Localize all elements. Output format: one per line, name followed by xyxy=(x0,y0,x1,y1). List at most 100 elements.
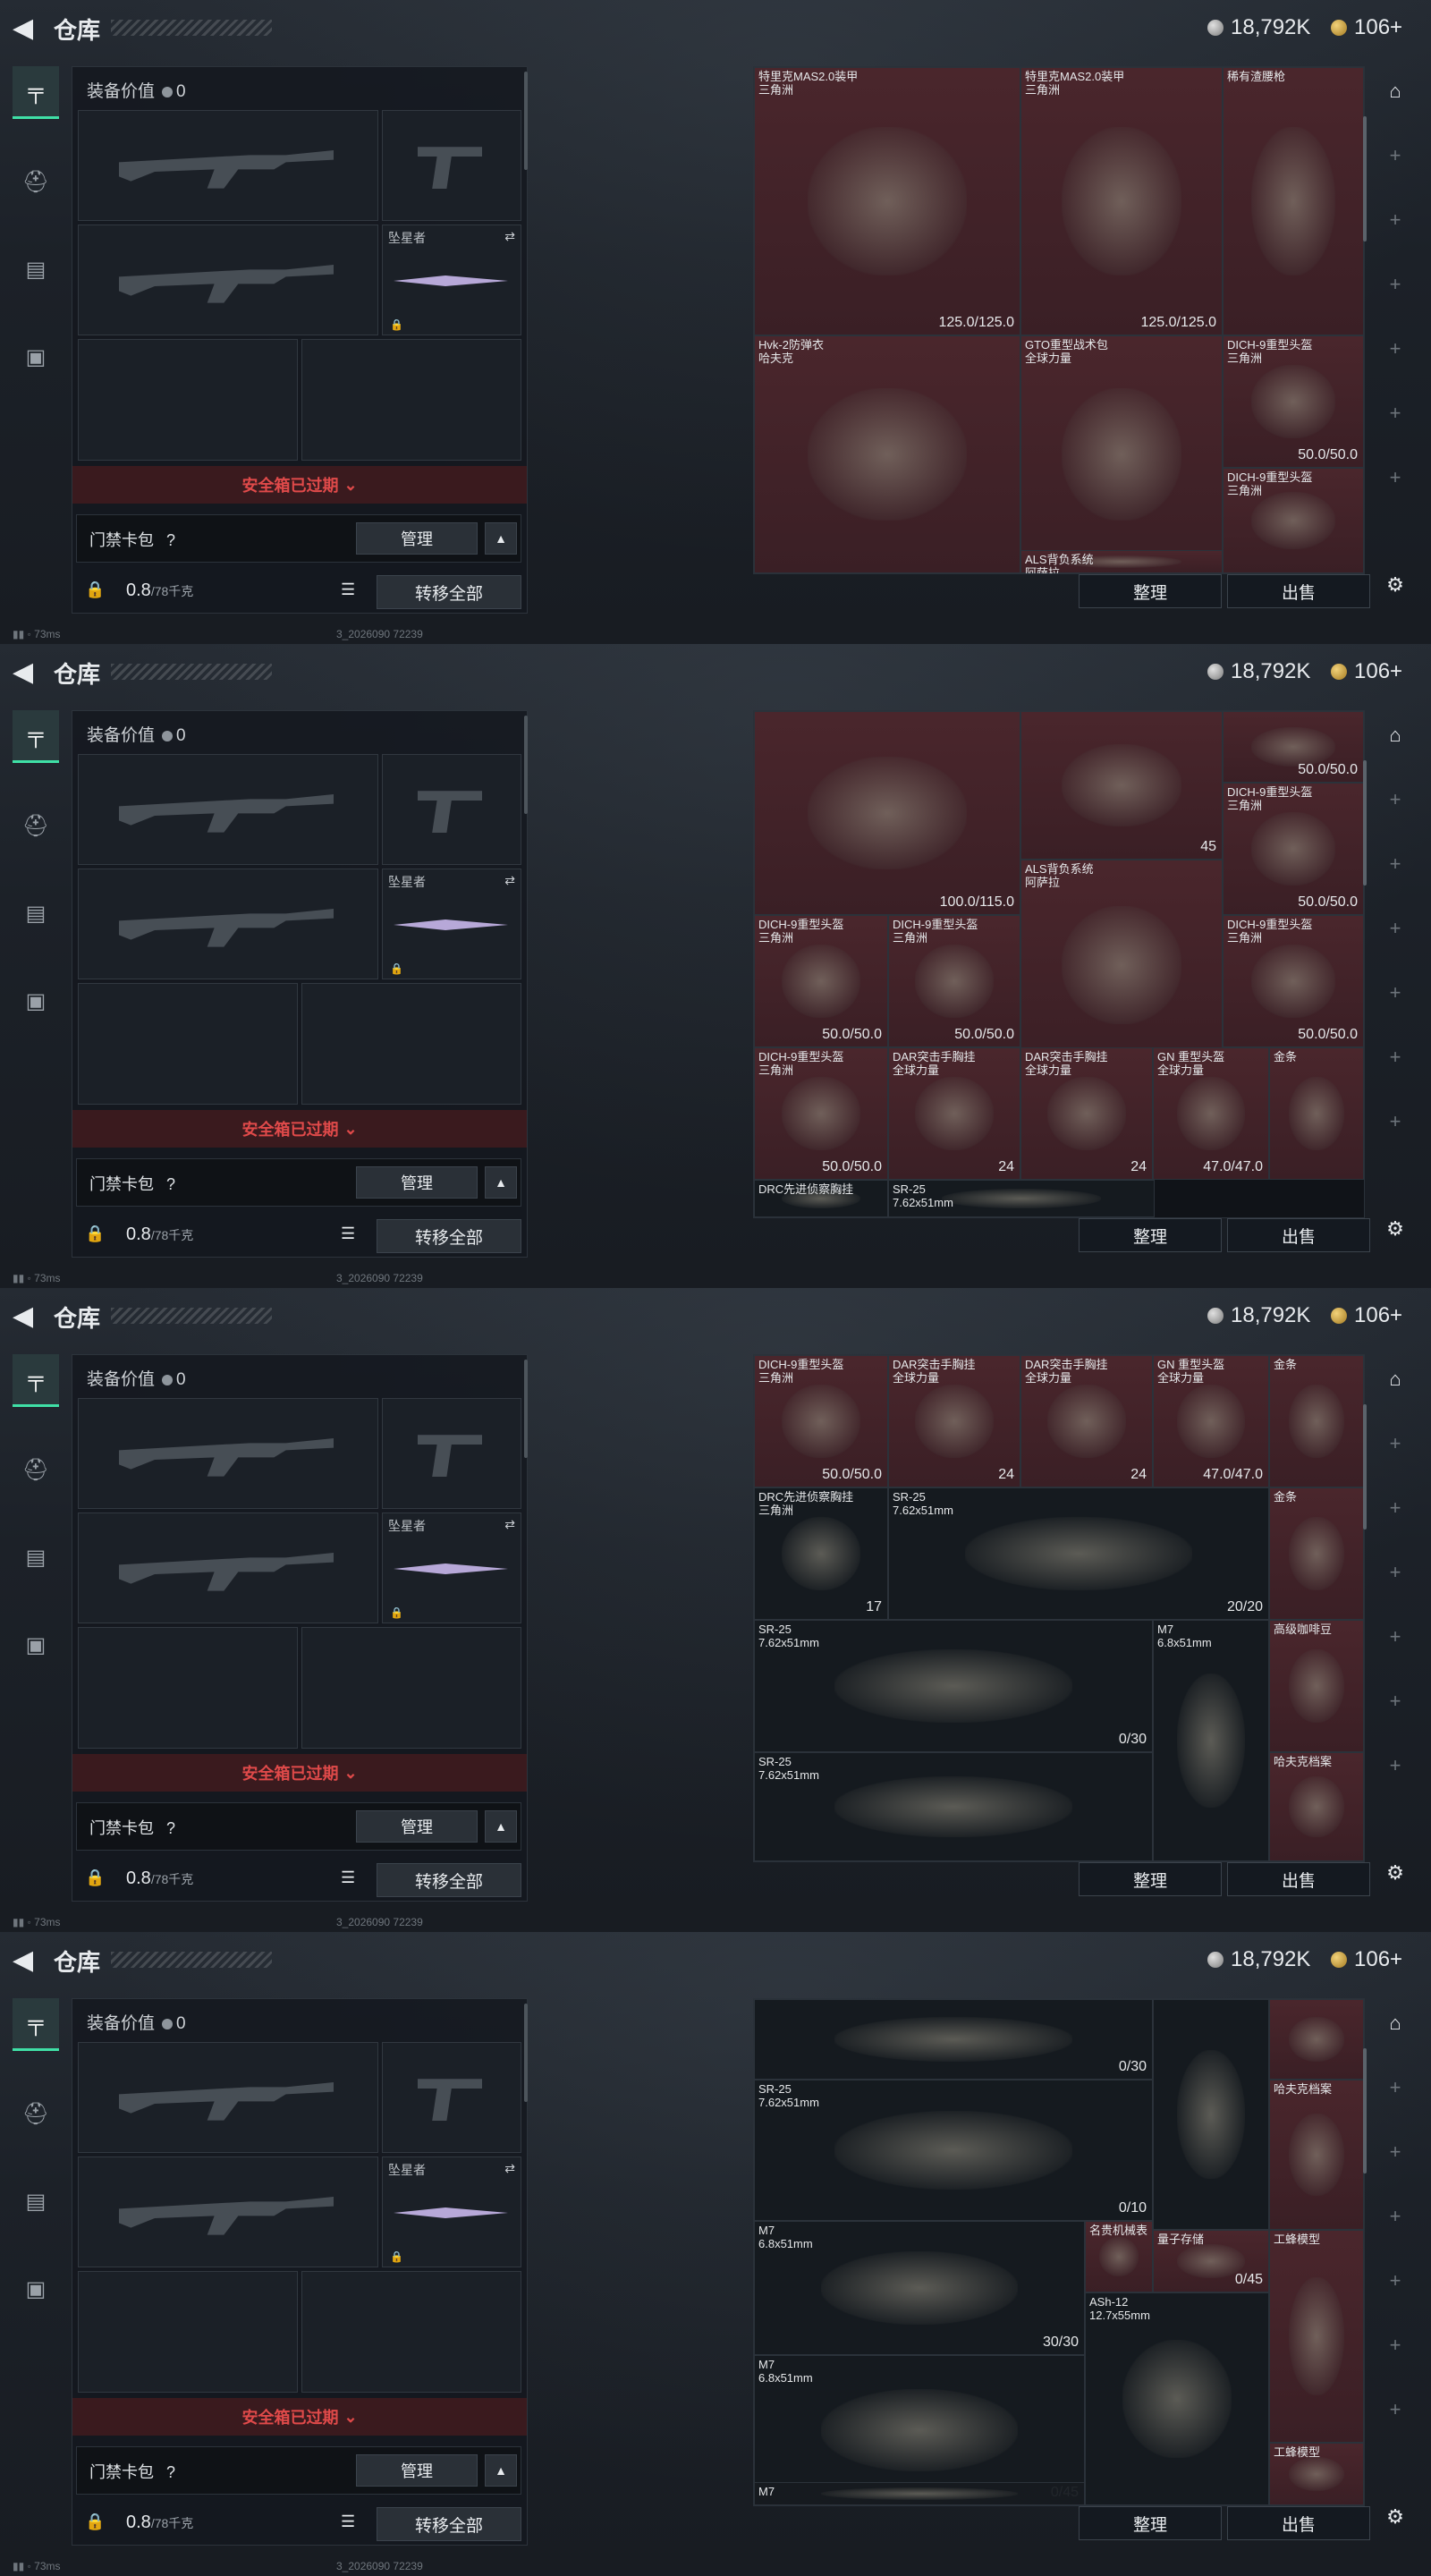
safe-box-expired-banner[interactable]: 安全箱已过期 ⌄ xyxy=(72,466,527,504)
sell-button[interactable]: 出售 xyxy=(1227,2506,1370,2540)
swap-icon[interactable]: ⇄ xyxy=(504,873,515,888)
add-page-icon[interactable]: + xyxy=(1377,138,1413,174)
stash-item[interactable]: DAR突击手胸挂 全球力量 24 xyxy=(1020,1355,1153,1487)
stash-item[interactable]: 哈夫克档案 xyxy=(1269,2080,1364,2230)
secondary-weapon-slot[interactable] xyxy=(78,225,378,335)
stash-item[interactable]: DICH-9重型头盔 三角洲 xyxy=(1223,468,1364,573)
sell-button[interactable]: 出售 xyxy=(1227,574,1370,608)
stash-item[interactable]: 100.0/115.0 xyxy=(754,711,1020,915)
silver-currency[interactable]: 18,792K xyxy=(1207,14,1310,41)
stash-item[interactable]: SR-25 7.62x51mm xyxy=(754,1752,1153,1861)
sort-button[interactable]: 整理 xyxy=(1079,2506,1222,2540)
stash-item[interactable]: DICH-9重型头盔 三角洲 50.0/50.0 xyxy=(888,915,1020,1047)
warehouse-icon[interactable]: ⌂ xyxy=(1377,1361,1413,1397)
stash-item[interactable]: DRC先进侦察胸挂 xyxy=(754,1180,888,1217)
stash-item[interactable]: SR-25 7.62x51mm 0/10 xyxy=(754,2080,1153,2221)
manage-button[interactable]: 管理 xyxy=(356,522,478,555)
add-page-icon[interactable]: + xyxy=(1377,2070,1413,2106)
stash-item[interactable]: 工蜂模型 xyxy=(1269,2443,1364,2505)
gun-tab-icon[interactable]: ╤ xyxy=(13,1354,59,1407)
stash-item[interactable]: SR-25 7.62x51mm 20/20 xyxy=(888,1487,1269,1620)
stash-item[interactable]: Hvk-2防弹衣 哈夫克 xyxy=(754,335,1020,573)
transfer-all-button[interactable]: 转移全部 xyxy=(377,2507,521,2541)
sort-button[interactable]: 整理 xyxy=(1079,1218,1222,1252)
vest-tab-icon[interactable]: ▤ xyxy=(13,244,59,294)
helmet-slot[interactable] xyxy=(78,1627,298,1749)
primary-weapon-slot[interactable] xyxy=(78,110,378,221)
chevron-up-icon[interactable]: ▲ xyxy=(485,1810,517,1843)
vest-tab-icon[interactable]: ▤ xyxy=(13,888,59,938)
gun-tab-icon[interactable]: ╤ xyxy=(13,710,59,763)
stash-item[interactable]: DAR突击手胸挂 全球力量 24 xyxy=(888,1047,1020,1180)
helmet-slot[interactable] xyxy=(78,2271,298,2393)
backpack-tab-icon[interactable]: ▣ xyxy=(13,2264,59,2314)
add-page-icon[interactable]: + xyxy=(1377,2392,1413,2428)
stash-item[interactable]: DICH-9重型头盔 三角洲 50.0/50.0 xyxy=(1223,915,1364,1047)
stash-scrollbar[interactable] xyxy=(1363,1404,1367,1530)
melee-slot[interactable]: 坠星者 ⇄ 🔒 xyxy=(382,869,521,979)
add-page-icon[interactable]: + xyxy=(1377,2263,1413,2299)
stash-item[interactable]: DICH-9重型头盔 三角洲 50.0/50.0 xyxy=(754,1355,888,1487)
stash-item[interactable] xyxy=(1153,1999,1269,2230)
stash-item[interactable]: 量子存储 0/45 xyxy=(1153,2230,1269,2292)
sort-button[interactable]: 整理 xyxy=(1079,574,1222,608)
chevron-up-icon[interactable]: ▲ xyxy=(485,522,517,555)
add-page-icon[interactable]: + xyxy=(1377,1555,1413,1590)
backpack-tab-icon[interactable]: ▣ xyxy=(13,1620,59,1670)
secondary-weapon-slot[interactable] xyxy=(78,869,378,979)
pistol-slot[interactable] xyxy=(382,754,521,865)
primary-weapon-slot[interactable] xyxy=(78,754,378,865)
warehouse-icon[interactable]: ⌂ xyxy=(1377,73,1413,109)
pistol-slot[interactable] xyxy=(382,1398,521,1509)
back-arrow-icon[interactable]: ◀ xyxy=(13,15,38,42)
gold-currency[interactable]: 106+ xyxy=(1331,14,1402,41)
stash-item[interactable]: SR-25 7.62x51mm xyxy=(888,1180,1155,1217)
stash-item[interactable]: GN 重型头盔 全球力量 47.0/47.0 xyxy=(1153,1355,1269,1487)
stash-item[interactable]: SR-25 7.62x51mm 0/30 xyxy=(754,1620,1153,1752)
back-arrow-icon[interactable]: ◀ xyxy=(13,1947,38,1974)
stash-item[interactable]: 金条 xyxy=(1269,1487,1364,1620)
safe-box-expired-banner[interactable]: 安全箱已过期 ⌄ xyxy=(72,1754,527,1792)
add-page-icon[interactable]: + xyxy=(1377,782,1413,818)
stash-scrollbar[interactable] xyxy=(1363,116,1367,242)
safe-box-expired-banner[interactable]: 安全箱已过期 ⌄ xyxy=(72,2398,527,2436)
stash-item[interactable]: ALS背负系统 阿萨拉 xyxy=(1020,550,1223,573)
add-page-icon[interactable]: + xyxy=(1377,267,1413,302)
gear-icon[interactable]: ⚙ xyxy=(1377,1211,1413,1247)
transfer-all-button[interactable]: 转移全部 xyxy=(377,1219,521,1253)
transfer-all-button[interactable]: 转移全部 xyxy=(377,575,521,609)
vest-tab-icon[interactable]: ▤ xyxy=(13,1532,59,1582)
back-arrow-icon[interactable]: ◀ xyxy=(13,1303,38,1330)
chevron-up-icon[interactable]: ▲ xyxy=(485,2454,517,2487)
list-icon[interactable]: ☰ xyxy=(341,580,362,602)
armor-slot[interactable] xyxy=(301,339,521,461)
stash-item[interactable]: 工蜂模型 xyxy=(1269,2230,1364,2443)
gun-tab-icon[interactable]: ╤ xyxy=(13,66,59,119)
add-page-icon[interactable]: + xyxy=(1377,975,1413,1011)
armor-slot[interactable] xyxy=(301,1627,521,1749)
stash-item[interactable]: M7 6.8x51mm 30/30 xyxy=(754,2221,1085,2355)
silver-currency[interactable]: 18,792K xyxy=(1207,1302,1310,1329)
list-icon[interactable]: ☰ xyxy=(341,2512,362,2534)
stash-item[interactable]: ALS背负系统 阿萨拉28 xyxy=(1020,860,1223,1071)
add-page-icon[interactable]: + xyxy=(1377,1683,1413,1719)
melee-slot[interactable]: 坠星者 ⇄ 🔒 xyxy=(382,1513,521,1623)
swap-icon[interactable]: ⇄ xyxy=(504,229,515,244)
armor-slot[interactable] xyxy=(301,2271,521,2393)
stash-item[interactable]: DAR突击手胸挂 全球力量 24 xyxy=(1020,1047,1153,1180)
warehouse-icon[interactable]: ⌂ xyxy=(1377,2005,1413,2041)
stash-item[interactable]: 特里克MAS2.0装甲 三角洲 125.0/125.0 xyxy=(1020,67,1223,335)
add-page-icon[interactable]: + xyxy=(1377,1104,1413,1140)
manage-button[interactable]: 管理 xyxy=(356,1810,478,1843)
add-page-icon[interactable]: + xyxy=(1377,1748,1413,1784)
add-page-icon[interactable]: + xyxy=(1377,2327,1413,2363)
swap-icon[interactable]: ⇄ xyxy=(504,2161,515,2176)
stash-scrollbar[interactable] xyxy=(1363,2048,1367,2174)
loadout-scrollbar[interactable] xyxy=(524,716,528,814)
sell-button[interactable]: 出售 xyxy=(1227,1862,1370,1896)
stash-item[interactable]: 哈夫克档案 xyxy=(1269,1752,1364,1861)
armor-slot[interactable] xyxy=(301,983,521,1105)
gold-currency[interactable]: 106+ xyxy=(1331,1302,1402,1329)
stash-item[interactable]: DICH-9重型头盔 三角洲 50.0/50.0 xyxy=(754,1047,888,1180)
back-arrow-icon[interactable]: ◀ xyxy=(13,659,38,686)
